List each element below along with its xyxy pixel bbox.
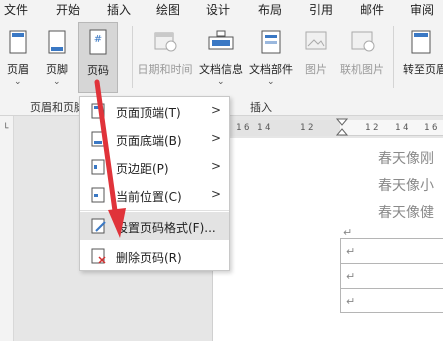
ruler-tick: 4 [265,123,271,133]
tab-draw[interactable]: 绘图 [156,1,180,18]
online-picture-label: 联机图片 [340,63,384,76]
ruler-tick: 2 [308,123,314,133]
doc-info-icon [208,30,234,50]
ruler-tick: 6 [244,123,250,133]
group-label-insert: 插入 [250,101,272,114]
vertical-ruler: └ [0,116,14,341]
online-picture-button[interactable]: 联机图片 [336,24,388,76]
ruler-tick: 1 [300,123,306,133]
doc-info-label: 文档信息 [199,63,243,76]
paragraph-mark: ↵ [346,270,356,283]
tab-design[interactable]: 设计 [206,1,230,18]
chevron-down-icon: ⌄ [14,77,22,87]
tab-file[interactable]: 文件 [4,1,28,18]
paragraph-mark: ↵ [346,245,356,258]
doc-parts-button[interactable]: 文档部件 ⌄ [246,24,296,88]
page-number-dropdown: 页面顶端(T) > 页面底端(B) > 页边距(P) > 当前位置(C) > 设… [79,96,230,271]
footer-label: 页脚 [46,63,68,76]
doc-text-line: 春天像健 [378,205,434,221]
table-row [341,263,443,288]
svg-text:#: # [94,34,102,45]
menu-item-remove-page-numbers[interactable]: 删除页码(R) [80,242,229,270]
menu-divider [80,210,229,211]
doc-info-button[interactable]: 文档信息 ⌄ [198,24,244,88]
ruler-tick: 1 [395,123,401,133]
table-row [341,288,443,313]
menu-item-label: 当前位置(C) [116,190,182,204]
tab-layout[interactable]: 布局 [258,1,282,18]
ruler-tick: 1 [365,123,371,133]
doc-text-line: 春天像小 [378,178,434,194]
menu-item-label: 页边距(P) [116,162,169,176]
chevron-down-icon: ⌄ [94,78,102,88]
submenu-arrow-icon: > [211,131,222,145]
group-label-header-footer: 页眉和页脚 [30,101,85,114]
page-number-icon: # [89,29,107,55]
chevron-down-icon: ⌄ [53,77,61,87]
footer-icon [48,30,66,54]
chevron-down-icon: ⌄ [267,77,275,87]
paragraph-mark: ↵ [346,295,356,308]
online-picture-icon [351,31,375,52]
ruler-tick: 6 [432,123,438,133]
menu-item-label: 页面顶端(T) [116,106,181,120]
footer-button[interactable]: 页脚 ⌄ [40,24,74,88]
tab-insert[interactable]: 插入 [107,1,131,18]
format-page-number-icon [91,218,106,234]
doc-parts-icon [261,30,281,54]
page-bottom-icon [91,131,105,147]
ruler-tick: 1 [236,123,242,133]
doc-text-line: 春天像刚 [378,151,434,167]
menu-item-page-margins[interactable]: 页边距(P) > [80,153,229,181]
submenu-arrow-icon: > [211,187,222,201]
goto-header-icon [411,30,431,54]
header-button[interactable]: 页眉 ⌄ [2,24,34,88]
group-divider [393,26,394,88]
header-icon [9,30,27,54]
doc-table[interactable] [340,238,443,313]
menu-item-label: 设置页码格式(F)... [116,221,216,235]
picture-icon [305,31,327,50]
page-margin-icon [91,159,105,175]
doc-parts-label: 文档部件 [249,63,293,76]
menu-item-label: 页面底端(B) [116,134,182,148]
group-divider [132,26,133,88]
goto-header-label: 转至页眉 [403,63,443,76]
picture-button[interactable]: 图片 [298,24,334,76]
ruler-tick: 1 [424,123,430,133]
page-number-button[interactable]: # 页码 ⌄ [78,22,118,93]
menu-item-current-position[interactable]: 当前位置(C) > [80,181,229,209]
tab-stop-icon[interactable]: └ [3,124,8,134]
current-position-icon [91,187,105,203]
page-top-icon [91,103,105,119]
menu-item-bottom-of-page[interactable]: 页面底端(B) > [80,125,229,153]
submenu-arrow-icon: > [211,103,222,117]
date-time-button[interactable]: 日期和时间 [134,24,196,76]
tab-references[interactable]: 引用 [309,1,333,18]
ruler-tick: 4 [403,123,409,133]
calendar-clock-icon [154,32,177,52]
tab-mailings[interactable]: 邮件 [360,1,384,18]
picture-label: 图片 [305,63,327,76]
date-time-label: 日期和时间 [137,63,193,76]
ruler-tick: 2 [373,123,379,133]
menu-tab-bar: 文件 开始 插入 绘图 设计 布局 引用 邮件 审阅 [0,0,443,18]
remove-page-number-icon [91,248,106,264]
header-label: 页眉 [7,63,29,76]
submenu-arrow-icon: > [211,159,222,173]
indent-marker[interactable] [336,118,348,138]
ruler-tick: 1 [257,123,263,133]
menu-item-label: 删除页码(R) [116,251,182,265]
menu-item-format-page-numbers[interactable]: 设置页码格式(F)... [80,212,229,240]
table-row [341,238,443,263]
menu-item-top-of-page[interactable]: 页面顶端(T) > [80,97,229,125]
goto-header-button[interactable]: 转至页眉 [398,24,443,76]
tab-review[interactable]: 审阅 [410,1,434,18]
chevron-down-icon: ⌄ [217,77,225,87]
tab-home[interactable]: 开始 [56,1,80,18]
page-number-label: 页码 [87,64,109,77]
